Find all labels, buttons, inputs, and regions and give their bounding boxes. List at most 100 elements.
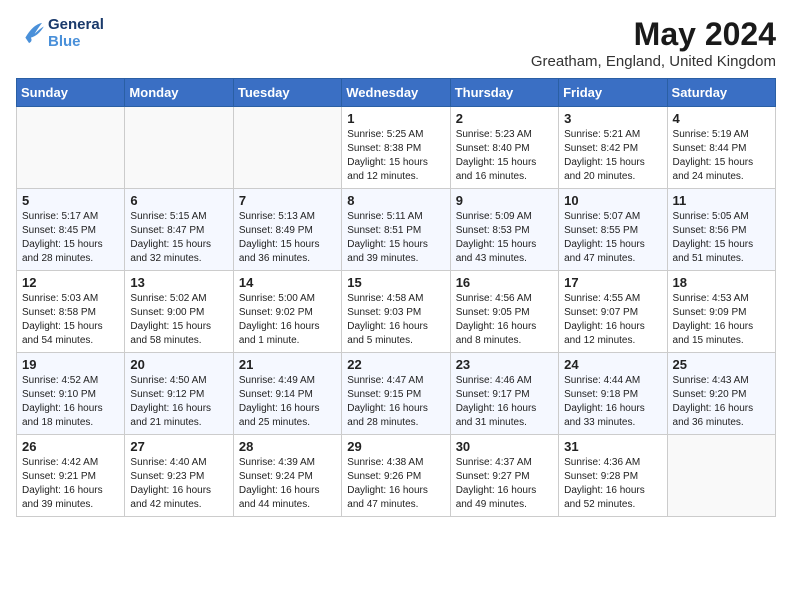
day-number: 12 (22, 275, 119, 290)
calendar-cell: 20 Sunrise: 4:50 AM Sunset: 9:12 PM Dayli… (125, 353, 233, 435)
title-block: May 2024 Greatham, England, United Kingd… (531, 16, 776, 70)
day-number: 17 (564, 275, 661, 290)
day-number: 5 (22, 193, 119, 208)
day-info: Sunrise: 5:23 AM Sunset: 8:40 PM Dayligh… (456, 128, 553, 184)
day-number: 26 (22, 439, 119, 454)
calendar-cell: 23 Sunrise: 4:46 AM Sunset: 9:17 PM Dayli… (450, 353, 558, 435)
calendar-cell: 12Sunrise: 5:03 AM Sunset: 8:58 PM Dayli… (17, 271, 125, 353)
calendar-cell: 27 Sunrise: 4:40 AM Sunset: 9:23 PM Dayli… (125, 435, 233, 517)
calendar-cell: 14 Sunrise: 5:00 AM Sunset: 9:02 PM Dayli… (233, 271, 341, 353)
calendar-cell: 31 Sunrise: 4:36 AM Sunset: 9:28 PM Dayli… (559, 435, 667, 517)
day-number: 18 (673, 275, 770, 290)
day-info: Sunrise: 4:50 AM Sunset: 9:12 PM Dayligh… (130, 374, 227, 430)
day-info: Sunrise: 4:42 AM Sunset: 9:21 PM Dayligh… (22, 456, 119, 512)
day-number: 25 (673, 357, 770, 372)
day-number: 2 (456, 111, 553, 126)
calendar-cell: 22 Sunrise: 4:47 AM Sunset: 9:15 PM Dayli… (342, 353, 450, 435)
day-number: 22 (347, 357, 444, 372)
day-info: Sunrise: 4:46 AM Sunset: 9:17 PM Dayligh… (456, 374, 553, 430)
day-info: Sunrise: 4:40 AM Sunset: 9:23 PM Dayligh… (130, 456, 227, 512)
col-header-thursday: Thursday (450, 79, 558, 107)
calendar-cell (233, 107, 341, 189)
day-info: Sunrise: 4:43 AM Sunset: 9:20 PM Dayligh… (673, 374, 770, 430)
day-info: Sunrise: 4:44 AM Sunset: 9:18 PM Dayligh… (564, 374, 661, 430)
calendar-header-row: SundayMondayTuesdayWednesdayThursdayFrid… (17, 79, 776, 107)
logo: General Blue (16, 16, 104, 50)
day-info: Sunrise: 4:53 AM Sunset: 9:09 PM Dayligh… (673, 292, 770, 348)
day-number: 10 (564, 193, 661, 208)
day-number: 9 (456, 193, 553, 208)
calendar-cell: 3Sunrise: 5:21 AM Sunset: 8:42 PM Daylig… (559, 107, 667, 189)
day-number: 27 (130, 439, 227, 454)
day-number: 20 (130, 357, 227, 372)
day-number: 24 (564, 357, 661, 372)
day-info: Sunrise: 4:55 AM Sunset: 9:07 PM Dayligh… (564, 292, 661, 348)
month-year-title: May 2024 (531, 16, 776, 53)
day-number: 3 (564, 111, 661, 126)
day-info: Sunrise: 5:02 AM Sunset: 9:00 PM Dayligh… (130, 292, 227, 348)
calendar-cell: 26 Sunrise: 4:42 AM Sunset: 9:21 PM Dayli… (17, 435, 125, 517)
logo-text-line1: General (48, 16, 104, 33)
day-number: 14 (239, 275, 336, 290)
calendar-cell: 8 Sunrise: 5:11 AM Sunset: 8:51 PM Daylig… (342, 189, 450, 271)
day-number: 31 (564, 439, 661, 454)
day-info: Sunrise: 5:07 AM Sunset: 8:55 PM Dayligh… (564, 210, 661, 266)
page-header: General Blue May 2024 Greatham, England,… (16, 16, 776, 70)
col-header-tuesday: Tuesday (233, 79, 341, 107)
day-info: Sunrise: 5:17 AM Sunset: 8:45 PM Dayligh… (22, 210, 119, 266)
calendar-cell: 17 Sunrise: 4:55 AM Sunset: 9:07 PM Dayli… (559, 271, 667, 353)
calendar-week-row: 26 Sunrise: 4:42 AM Sunset: 9:21 PM Dayli… (17, 435, 776, 517)
calendar-week-row: 12Sunrise: 5:03 AM Sunset: 8:58 PM Dayli… (17, 271, 776, 353)
col-header-sunday: Sunday (17, 79, 125, 107)
day-info: Sunrise: 4:49 AM Sunset: 9:14 PM Dayligh… (239, 374, 336, 430)
day-info: Sunrise: 4:36 AM Sunset: 9:28 PM Dayligh… (564, 456, 661, 512)
calendar-cell: 10 Sunrise: 5:07 AM Sunset: 8:55 PM Dayli… (559, 189, 667, 271)
day-number: 16 (456, 275, 553, 290)
day-number: 11 (673, 193, 770, 208)
col-header-wednesday: Wednesday (342, 79, 450, 107)
col-header-friday: Friday (559, 79, 667, 107)
calendar-cell: 2 Sunrise: 5:23 AM Sunset: 8:40 PM Daylig… (450, 107, 558, 189)
calendar-cell: 24 Sunrise: 4:44 AM Sunset: 9:18 PM Dayli… (559, 353, 667, 435)
calendar-cell: 18 Sunrise: 4:53 AM Sunset: 9:09 PM Dayli… (667, 271, 775, 353)
col-header-monday: Monday (125, 79, 233, 107)
day-info: Sunrise: 5:00 AM Sunset: 9:02 PM Dayligh… (239, 292, 336, 348)
calendar-cell: 11 Sunrise: 5:05 AM Sunset: 8:56 PM Dayli… (667, 189, 775, 271)
calendar-cell: 30Sunrise: 4:37 AM Sunset: 9:27 PM Dayli… (450, 435, 558, 517)
day-info: Sunrise: 4:58 AM Sunset: 9:03 PM Dayligh… (347, 292, 444, 348)
calendar-table: SundayMondayTuesdayWednesdayThursdayFrid… (16, 78, 776, 517)
calendar-cell: 7Sunrise: 5:13 AM Sunset: 8:49 PM Daylig… (233, 189, 341, 271)
day-number: 23 (456, 357, 553, 372)
calendar-cell (17, 107, 125, 189)
calendar-cell: 9Sunrise: 5:09 AM Sunset: 8:53 PM Daylig… (450, 189, 558, 271)
calendar-cell: 6Sunrise: 5:15 AM Sunset: 8:47 PM Daylig… (125, 189, 233, 271)
day-info: Sunrise: 4:47 AM Sunset: 9:15 PM Dayligh… (347, 374, 444, 430)
calendar-cell: 21 Sunrise: 4:49 AM Sunset: 9:14 PM Dayli… (233, 353, 341, 435)
calendar-cell: 15Sunrise: 4:58 AM Sunset: 9:03 PM Dayli… (342, 271, 450, 353)
day-number: 1 (347, 111, 444, 126)
calendar-week-row: 19Sunrise: 4:52 AM Sunset: 9:10 PM Dayli… (17, 353, 776, 435)
day-number: 7 (239, 193, 336, 208)
day-info: Sunrise: 4:37 AM Sunset: 9:27 PM Dayligh… (456, 456, 553, 512)
location-subtitle: Greatham, England, United Kingdom (531, 53, 776, 70)
day-info: Sunrise: 4:39 AM Sunset: 9:24 PM Dayligh… (239, 456, 336, 512)
day-info: Sunrise: 5:05 AM Sunset: 8:56 PM Dayligh… (673, 210, 770, 266)
day-info: Sunrise: 5:19 AM Sunset: 8:44 PM Dayligh… (673, 128, 770, 184)
day-number: 8 (347, 193, 444, 208)
day-number: 13 (130, 275, 227, 290)
day-info: Sunrise: 5:11 AM Sunset: 8:51 PM Dayligh… (347, 210, 444, 266)
calendar-cell: 5 Sunrise: 5:17 AM Sunset: 8:45 PM Daylig… (17, 189, 125, 271)
day-info: Sunrise: 5:25 AM Sunset: 8:38 PM Dayligh… (347, 128, 444, 184)
logo-text-line2: Blue (48, 33, 104, 50)
calendar-cell: 19Sunrise: 4:52 AM Sunset: 9:10 PM Dayli… (17, 353, 125, 435)
day-number: 28 (239, 439, 336, 454)
day-info: Sunrise: 4:38 AM Sunset: 9:26 PM Dayligh… (347, 456, 444, 512)
calendar-cell: 16Sunrise: 4:56 AM Sunset: 9:05 PM Dayli… (450, 271, 558, 353)
calendar-cell: 28 Sunrise: 4:39 AM Sunset: 9:24 PM Dayli… (233, 435, 341, 517)
calendar-cell (125, 107, 233, 189)
calendar-cell: 25 Sunrise: 4:43 AM Sunset: 9:20 PM Dayli… (667, 353, 775, 435)
day-number: 21 (239, 357, 336, 372)
calendar-cell: 29Sunrise: 4:38 AM Sunset: 9:26 PM Dayli… (342, 435, 450, 517)
day-number: 6 (130, 193, 227, 208)
calendar-week-row: 1 Sunrise: 5:25 AM Sunset: 8:38 PM Daylig… (17, 107, 776, 189)
